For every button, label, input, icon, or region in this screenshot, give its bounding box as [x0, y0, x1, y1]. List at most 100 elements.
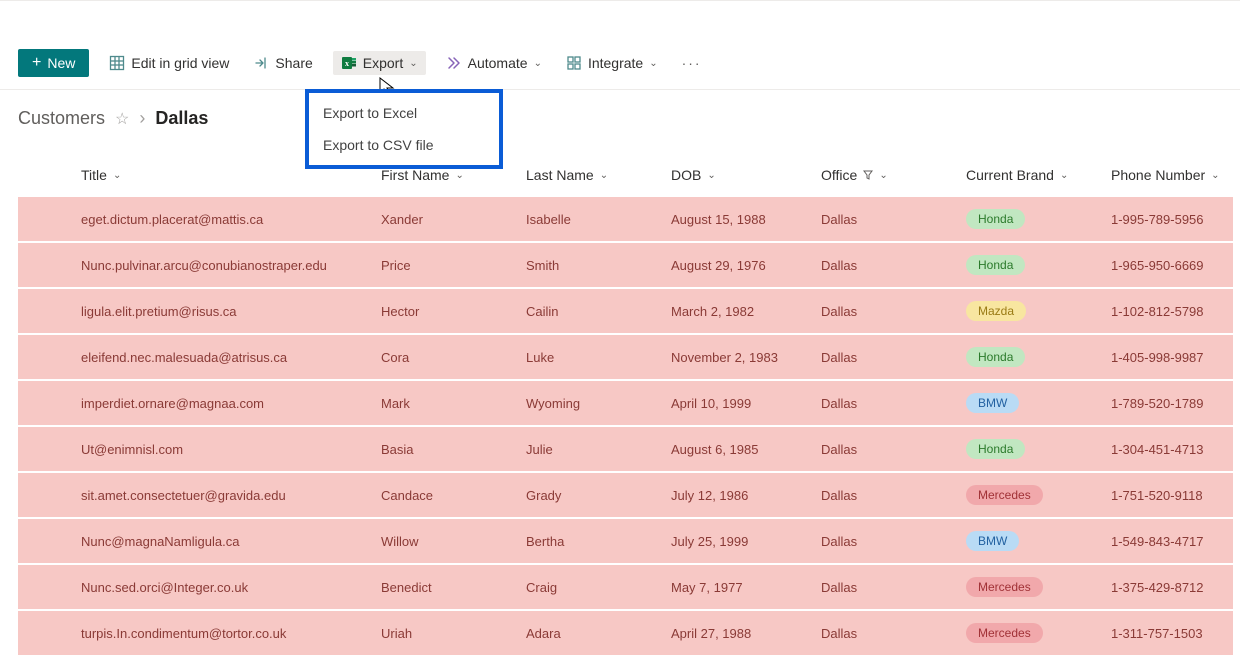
- cell-title[interactable]: ligula.elit.pretium@risus.ca: [73, 288, 373, 334]
- edit-in-grid-button[interactable]: Edit in grid view: [105, 51, 233, 75]
- cell-brand: Mercedes: [958, 564, 1103, 610]
- cell-dob: August 15, 1988: [663, 197, 813, 242]
- cell-office: Dallas: [813, 518, 958, 564]
- cell-first-name: Mark: [373, 380, 518, 426]
- export-to-csv-item[interactable]: Export to CSV file: [309, 129, 499, 161]
- cell-brand: BMW: [958, 380, 1103, 426]
- row-select[interactable]: [18, 334, 73, 380]
- row-select[interactable]: [18, 197, 73, 242]
- column-header-last-name[interactable]: Last Name⌄: [518, 157, 663, 197]
- table-row[interactable]: turpis.In.condimentum@tortor.co.ukUriahA…: [18, 610, 1233, 656]
- column-header-phone[interactable]: Phone Number⌄: [1103, 157, 1233, 197]
- row-select[interactable]: [18, 610, 73, 656]
- cell-phone: 1-304-451-4713: [1103, 426, 1233, 472]
- cell-title[interactable]: Nunc.sed.orci@Integer.co.uk: [73, 564, 373, 610]
- column-header-dob[interactable]: DOB⌄: [663, 157, 813, 197]
- column-header-office[interactable]: Office⌄: [813, 157, 958, 197]
- table-row[interactable]: imperdiet.ornare@magnaa.comMarkWyomingAp…: [18, 380, 1233, 426]
- cell-title[interactable]: Nunc@magnaNamligula.ca: [73, 518, 373, 564]
- cell-title[interactable]: Nunc.pulvinar.arcu@conubianostraper.edu: [73, 242, 373, 288]
- export-button[interactable]: x Export ⌄: [333, 51, 426, 75]
- cell-first-name: Hector: [373, 288, 518, 334]
- cell-last-name: Cailin: [518, 288, 663, 334]
- cell-last-name: Smith: [518, 242, 663, 288]
- row-select[interactable]: [18, 472, 73, 518]
- star-icon[interactable]: ☆: [115, 109, 129, 129]
- cell-title[interactable]: eget.dictum.placerat@mattis.ca: [73, 197, 373, 242]
- table-row[interactable]: ligula.elit.pretium@risus.caHectorCailin…: [18, 288, 1233, 334]
- chevron-down-icon: ⌄: [534, 58, 542, 69]
- new-button[interactable]: + New: [18, 49, 89, 77]
- table-row[interactable]: Nunc@magnaNamligula.caWillowBerthaJuly 2…: [18, 518, 1233, 564]
- cell-office: Dallas: [813, 426, 958, 472]
- table-header-row: Title⌄ First Name⌄ Last Name⌄ DOB⌄ Offic…: [18, 157, 1233, 197]
- share-button[interactable]: Share: [249, 51, 316, 75]
- cell-office: Dallas: [813, 564, 958, 610]
- integrate-label: Integrate: [588, 55, 643, 71]
- cell-last-name: Isabelle: [518, 197, 663, 242]
- cell-dob: November 2, 1983: [663, 334, 813, 380]
- cell-dob: May 7, 1977: [663, 564, 813, 610]
- cell-title[interactable]: sit.amet.consectetuer@gravida.edu: [73, 472, 373, 518]
- row-select[interactable]: [18, 288, 73, 334]
- cell-last-name: Adara: [518, 610, 663, 656]
- cell-title[interactable]: Ut@enimnisl.com: [73, 426, 373, 472]
- table-row[interactable]: Ut@enimnisl.comBasiaJulieAugust 6, 1985D…: [18, 426, 1233, 472]
- command-bar: + New Edit in grid view Share x Export ⌄…: [0, 41, 1240, 90]
- cell-phone: 1-789-520-1789: [1103, 380, 1233, 426]
- cell-brand: Honda: [958, 426, 1103, 472]
- cell-first-name: Cora: [373, 334, 518, 380]
- row-select[interactable]: [18, 564, 73, 610]
- share-icon: [253, 55, 269, 71]
- cell-phone: 1-549-843-4717: [1103, 518, 1233, 564]
- table-row[interactable]: Nunc.sed.orci@Integer.co.ukBenedictCraig…: [18, 564, 1233, 610]
- cell-last-name: Julie: [518, 426, 663, 472]
- cell-title[interactable]: eleifend.nec.malesuada@atrisus.ca: [73, 334, 373, 380]
- cell-office: Dallas: [813, 197, 958, 242]
- brand-pill: BMW: [966, 393, 1019, 413]
- export-to-excel-item[interactable]: Export to Excel: [309, 97, 499, 129]
- cell-title[interactable]: imperdiet.ornare@magnaa.com: [73, 380, 373, 426]
- cell-brand: Honda: [958, 334, 1103, 380]
- plus-icon: +: [32, 55, 41, 71]
- row-select[interactable]: [18, 426, 73, 472]
- more-actions-button[interactable]: ···: [678, 55, 706, 71]
- filter-icon: [863, 170, 873, 180]
- cell-phone: 1-311-757-1503: [1103, 610, 1233, 656]
- brand-pill: Mercedes: [966, 485, 1043, 505]
- cell-phone: 1-965-950-6669: [1103, 242, 1233, 288]
- cell-first-name: Willow: [373, 518, 518, 564]
- chevron-down-icon: ⌄: [455, 170, 463, 181]
- select-all-header[interactable]: [18, 157, 73, 197]
- column-header-brand[interactable]: Current Brand⌄: [958, 157, 1103, 197]
- cell-brand: BMW: [958, 518, 1103, 564]
- brand-pill: Mercedes: [966, 577, 1043, 597]
- cell-first-name: Price: [373, 242, 518, 288]
- table-row[interactable]: eget.dictum.placerat@mattis.caXanderIsab…: [18, 197, 1233, 242]
- table-row[interactable]: sit.amet.consectetuer@gravida.eduCandace…: [18, 472, 1233, 518]
- cell-last-name: Grady: [518, 472, 663, 518]
- cell-phone: 1-405-998-9987: [1103, 334, 1233, 380]
- cell-brand: Mercedes: [958, 472, 1103, 518]
- cell-last-name: Craig: [518, 564, 663, 610]
- chevron-down-icon: ⌄: [600, 170, 608, 181]
- cell-brand: Honda: [958, 242, 1103, 288]
- row-select[interactable]: [18, 380, 73, 426]
- brand-pill: Mazda: [966, 301, 1026, 321]
- brand-pill: Honda: [966, 209, 1025, 229]
- cell-dob: April 10, 1999: [663, 380, 813, 426]
- edit-grid-label: Edit in grid view: [131, 55, 229, 71]
- row-select[interactable]: [18, 242, 73, 288]
- cell-title[interactable]: turpis.In.condimentum@tortor.co.uk: [73, 610, 373, 656]
- cell-brand: Mercedes: [958, 610, 1103, 656]
- automate-label: Automate: [468, 55, 528, 71]
- table-row[interactable]: eleifend.nec.malesuada@atrisus.caCoraLuk…: [18, 334, 1233, 380]
- table-row[interactable]: Nunc.pulvinar.arcu@conubianostraper.eduP…: [18, 242, 1233, 288]
- cell-dob: July 25, 1999: [663, 518, 813, 564]
- automate-button[interactable]: Automate ⌄: [442, 51, 546, 75]
- row-select[interactable]: [18, 518, 73, 564]
- integrate-button[interactable]: Integrate ⌄: [562, 51, 662, 75]
- cell-last-name: Wyoming: [518, 380, 663, 426]
- breadcrumb-root[interactable]: Customers: [18, 108, 105, 129]
- svg-text:x: x: [345, 59, 349, 68]
